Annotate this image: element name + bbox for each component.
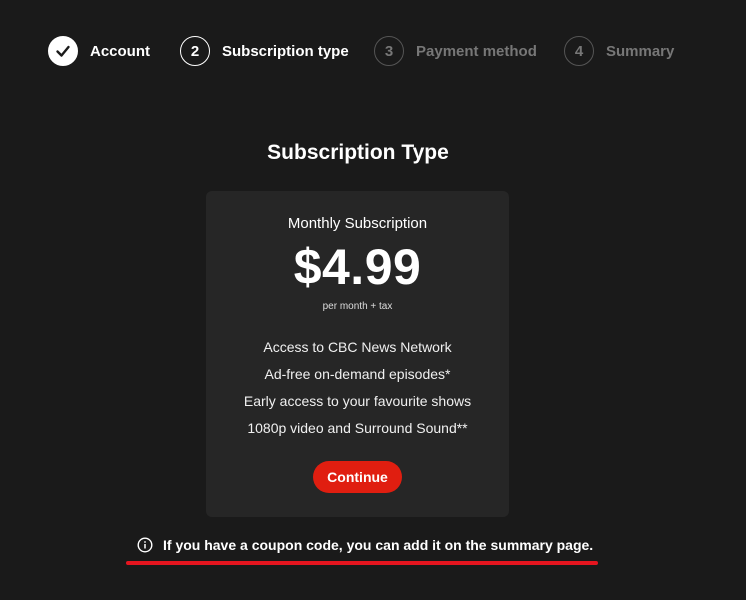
- continue-button[interactable]: Continue: [313, 461, 402, 493]
- step-2-label: Subscription type: [222, 42, 349, 60]
- step-3-label: Payment method: [416, 42, 537, 60]
- highlight-underline: [126, 561, 598, 565]
- plan-price: $4.99: [293, 239, 422, 295]
- step-summary: 4 Summary: [564, 35, 674, 67]
- subscription-page: Account 2 Subscription type 3 Payment me…: [0, 0, 746, 600]
- feature-list: Access to CBC News Network Ad-free on-de…: [206, 338, 509, 446]
- feature-item: Ad-free on-demand episodes*: [264, 366, 451, 382]
- feature-item: 1080p video and Surround Sound**: [247, 420, 468, 436]
- step-subscription-type[interactable]: 2 Subscription type: [180, 35, 374, 67]
- step-2-number: 2: [180, 36, 210, 66]
- checkmark-icon: [56, 45, 70, 57]
- price-note: per month + tax: [322, 301, 393, 312]
- progress-stepper: Account 2 Subscription type 3 Payment me…: [48, 35, 674, 67]
- coupon-notice: If you have a coupon code, you can add i…: [137, 536, 593, 554]
- info-icon: [137, 537, 153, 553]
- step-payment-method: 3 Payment method: [374, 35, 564, 67]
- step-4-number: 4: [564, 36, 594, 66]
- plan-card: Monthly Subscription $4.99 per month + t…: [206, 191, 509, 517]
- step-3-number: 3: [374, 36, 404, 66]
- step-1-complete-indicator: [48, 36, 78, 66]
- coupon-notice-text: If you have a coupon code, you can add i…: [163, 537, 594, 553]
- step-account[interactable]: Account: [48, 35, 180, 67]
- page-title: Subscription Type: [267, 141, 449, 164]
- plan-name: Monthly Subscription: [287, 215, 428, 232]
- step-1-label: Account: [90, 42, 150, 60]
- step-4-label: Summary: [606, 42, 675, 60]
- feature-item: Access to CBC News Network: [263, 339, 452, 355]
- feature-item: Early access to your favourite shows: [243, 393, 472, 409]
